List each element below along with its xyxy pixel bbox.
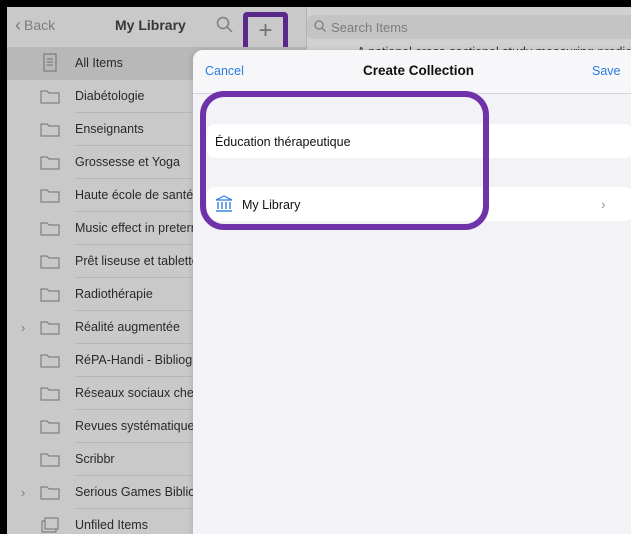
- chevron-right-icon: ›: [601, 196, 606, 212]
- sheet-title: Create Collection: [363, 63, 475, 78]
- highlight-annotation: [200, 91, 489, 230]
- sheet-header: Cancel Create Collection Save: [193, 50, 631, 94]
- cancel-button[interactable]: Cancel: [205, 64, 244, 78]
- save-button[interactable]: Save: [592, 64, 621, 78]
